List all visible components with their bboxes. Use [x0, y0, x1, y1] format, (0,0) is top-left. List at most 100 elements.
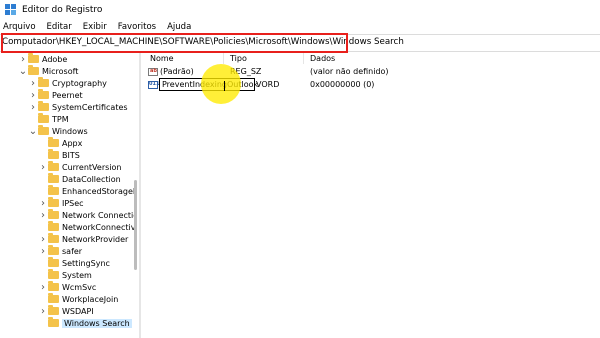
chevron-right-icon[interactable]: ›	[38, 209, 48, 221]
column-separator[interactable]	[223, 53, 224, 64]
folder-icon	[48, 305, 59, 315]
tree-item[interactable]: EnhancedStorageD	[38, 185, 137, 197]
tree-item-label: NetworkProvider	[62, 234, 129, 244]
tree-item[interactable]: › Network Connectic	[38, 209, 137, 221]
tree-item[interactable]: SettingSync	[38, 257, 110, 269]
text-cursor	[224, 81, 225, 91]
folder-icon	[28, 65, 39, 75]
tree-item[interactable]: Appx	[38, 137, 82, 149]
tree-item[interactable]: › Peernet	[28, 89, 83, 101]
folder-icon	[38, 113, 49, 123]
folder-icon	[48, 137, 59, 147]
registry-editor-icon	[5, 4, 17, 16]
chevron-right-icon[interactable]: ›	[38, 161, 48, 173]
chevron-right-icon[interactable]: ›	[38, 197, 48, 209]
value-type: VORD	[256, 80, 280, 89]
column-header-type[interactable]: Tipo	[230, 54, 247, 63]
value-data: 0x00000000 (0)	[310, 80, 375, 89]
folder-icon	[48, 197, 59, 207]
tree-item[interactable]: WorkplaceJoin	[38, 293, 118, 305]
tree-item[interactable]: › NetworkProvider	[38, 233, 128, 245]
column-separator[interactable]	[303, 53, 304, 64]
tree-item-label: SystemCertificates	[52, 102, 128, 112]
tree-item-label: SettingSync	[62, 258, 110, 268]
tree-item[interactable]: BITS	[38, 149, 80, 161]
chevron-right-icon[interactable]: ›	[38, 305, 48, 317]
window-title: Editor do Registro	[22, 5, 103, 15]
tree-item-label: DataCollection	[62, 174, 121, 184]
pane-splitter[interactable]	[139, 53, 141, 338]
folder-icon	[48, 317, 59, 327]
tree-item-label: WorkplaceJoin	[62, 294, 119, 304]
string-value-icon: ab	[148, 68, 158, 76]
folder-icon	[38, 89, 49, 99]
menu-bar: Arquivo Editar Exibir Favoritos Ajuda	[0, 20, 600, 34]
tree-item[interactable]: › safer	[38, 245, 82, 257]
dword-value-icon: 011	[148, 81, 160, 89]
menu-exibir[interactable]: Exibir	[83, 22, 107, 32]
key-tree[interactable]: › Adobe ⌄ Microsoft › Cryptography › Peernet › Sy…	[0, 53, 137, 338]
tree-item[interactable]: › CurrentVersion	[38, 161, 121, 173]
menu-editar[interactable]: Editar	[47, 22, 72, 32]
tree-item[interactable]: › WSDAPI	[38, 305, 94, 317]
folder-icon	[48, 149, 59, 159]
chevron-right-icon[interactable]: ›	[38, 233, 48, 245]
menu-ajuda[interactable]: Ajuda	[167, 22, 191, 32]
folder-icon	[48, 173, 59, 183]
tree-item[interactable]: › WcmSvc	[38, 281, 96, 293]
tree-item-label: CurrentVersion	[62, 162, 122, 172]
menu-arquivo[interactable]: Arquivo	[3, 22, 36, 32]
column-header-data[interactable]: Dados	[310, 54, 335, 63]
tree-item[interactable]: › SystemCertificates	[28, 101, 128, 113]
chevron-right-icon[interactable]: ›	[28, 101, 38, 113]
tree-item[interactable]: DataCollection	[38, 173, 121, 185]
folder-icon	[48, 209, 59, 219]
chevron-down-icon[interactable]: ⌄	[18, 65, 28, 77]
folder-icon	[48, 269, 59, 279]
tree-item[interactable]: ⌄ Windows	[28, 125, 88, 137]
tree-item-label: Cryptography	[52, 78, 107, 88]
address-highlight-box	[1, 33, 348, 53]
tree-item-label: NetworkConnectivi	[62, 222, 137, 232]
tree-item[interactable]: › IPSec	[38, 197, 84, 209]
tree-item[interactable]: System	[38, 269, 92, 281]
folder-icon	[38, 125, 49, 135]
chevron-right-icon[interactable]: ›	[28, 89, 38, 101]
tree-item-label: BITS	[62, 150, 80, 160]
chevron-down-icon[interactable]: ⌄	[28, 125, 38, 137]
tree-item[interactable]: ⌄ Microsoft	[18, 65, 78, 77]
folder-icon	[48, 233, 59, 243]
title-bar: Editor do Registro	[0, 0, 600, 20]
chevron-right-icon[interactable]: ›	[38, 281, 48, 293]
tree-item-label: Adobe	[42, 54, 68, 64]
chevron-right-icon[interactable]: ›	[18, 53, 28, 65]
folder-icon	[48, 257, 59, 267]
chevron-right-icon[interactable]: ›	[38, 245, 48, 257]
tree-item-label: System	[62, 270, 92, 280]
tree-item[interactable]: TPM	[28, 113, 69, 125]
tree-item[interactable]: › Cryptography	[28, 77, 107, 89]
chevron-right-icon[interactable]: ›	[28, 77, 38, 89]
folder-icon	[48, 245, 59, 255]
tree-item-label: Appx	[62, 138, 83, 148]
tree-item[interactable]: NetworkConnectivi	[38, 221, 137, 233]
tree-item[interactable]: Windows Search	[38, 317, 132, 329]
column-header-name[interactable]: Nome	[150, 54, 174, 63]
tree-item[interactable]: › Adobe	[18, 53, 67, 65]
tree-item-label: WcmSvc	[62, 282, 97, 292]
folder-icon	[28, 53, 39, 63]
tree-item-label: Windows Search	[62, 318, 132, 328]
value-data: (valor não definido)	[310, 67, 389, 76]
tree-scrollbar[interactable]	[134, 180, 137, 270]
menu-favoritos[interactable]: Favoritos	[118, 22, 156, 32]
folder-icon	[48, 293, 59, 303]
tree-item-label: EnhancedStorageD	[62, 186, 137, 196]
